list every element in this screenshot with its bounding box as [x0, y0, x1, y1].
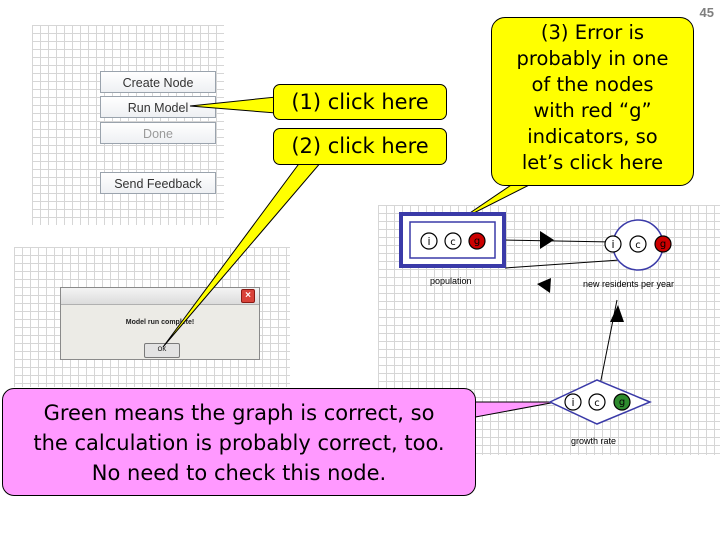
- population-label: population: [430, 276, 472, 286]
- error-note-line: with red “g”: [533, 99, 652, 122]
- info-icon-glyph: i: [611, 238, 614, 251]
- new-residents-label: new residents per year: [583, 279, 674, 289]
- callout-click-here-1: (1) click here: [273, 84, 447, 120]
- callout-error-note: (3) Error is probably in one of the node…: [491, 17, 694, 186]
- graph-icon-glyph: g: [660, 239, 666, 250]
- graph-icon-glyph: g: [474, 236, 480, 247]
- info-icon-glyph: i: [427, 235, 430, 248]
- error-note-line: probably in one: [516, 47, 669, 70]
- callout-green-note: Green means the graph is correct, so the…: [2, 388, 476, 496]
- callout-click-here-2: (2) click here: [273, 128, 447, 165]
- graph-icon-glyph: g: [619, 397, 625, 408]
- calculation-icon-glyph: c: [450, 237, 456, 248]
- green-note-line: Green means the graph is correct, so: [43, 401, 435, 425]
- info-icon-glyph: i: [571, 396, 574, 409]
- error-note-line: of the nodes: [531, 73, 654, 96]
- error-note-line: (3) Error is: [540, 21, 645, 44]
- error-note-line: let’s click here: [521, 151, 664, 174]
- growth-rate-label: growth rate: [571, 436, 616, 446]
- edge-population-to-new-residents: [502, 239, 614, 243]
- calculation-icon-glyph: c: [594, 398, 600, 409]
- error-note-line: indicators, so: [527, 125, 658, 148]
- green-note-pointer: [469, 401, 557, 419]
- green-note-line: the calculation is probably correct, too…: [33, 431, 445, 455]
- callout-2-text: (2) click here: [291, 134, 429, 158]
- green-note-line: No need to check this node.: [91, 461, 387, 485]
- arrowhead-icon: [537, 278, 551, 293]
- calculation-icon-glyph: c: [635, 240, 641, 251]
- callout-1-pointer: [189, 96, 277, 114]
- callout-1-text: (1) click here: [291, 90, 429, 114]
- arrowhead-icon: [540, 231, 554, 249]
- callout-2-pointer: [162, 160, 324, 348]
- arrowhead-icon: [610, 305, 624, 322]
- edge-new-residents-to-population: [504, 259, 621, 269]
